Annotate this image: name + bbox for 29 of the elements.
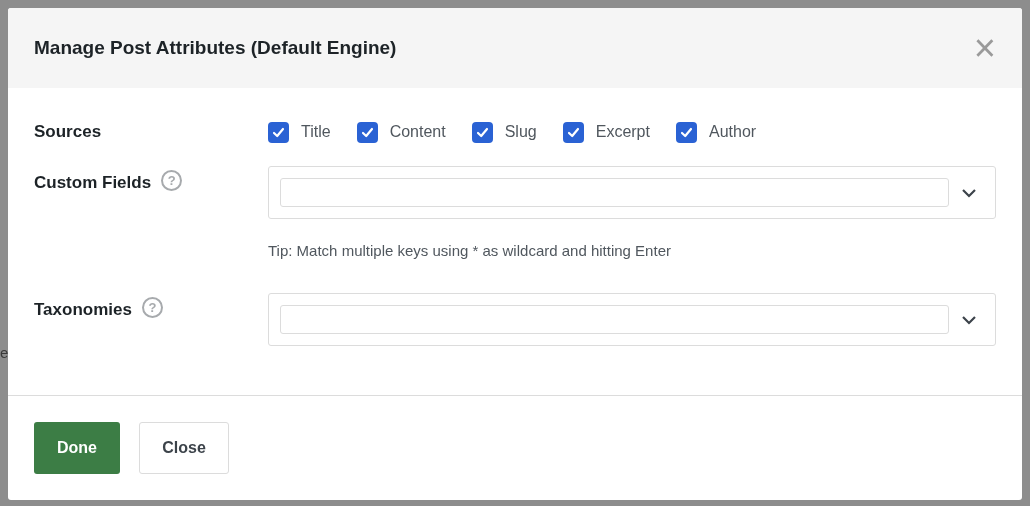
- check-icon: [566, 125, 580, 139]
- checkbox-label: Slug: [504, 122, 537, 142]
- checkbox-label: Author: [708, 122, 757, 142]
- chevron-down-icon[interactable]: [961, 314, 977, 325]
- dialog-title: Manage Post Attributes (Default Engine): [34, 35, 397, 60]
- checkbox-label: Excerpt: [595, 122, 650, 142]
- field-label: Custom Fields: [34, 172, 152, 194]
- check-icon: [272, 125, 285, 139]
- checkbox[interactable]: [675, 121, 697, 143]
- tip-text: Tip: Match multiple keys using * as wildcard and hitting Enter: [268, 242, 671, 259]
- chevron-down-icon[interactable]: [961, 187, 977, 198]
- checkbox[interactable]: [268, 121, 289, 143]
- check-icon: [360, 125, 374, 139]
- check-icon: [475, 125, 489, 139]
- help-icon[interactable]: ?: [161, 170, 183, 191]
- check-icon: [679, 125, 693, 139]
- done-button[interactable]: Done: [34, 422, 120, 474]
- field-label: Sources: [34, 121, 103, 144]
- help-icon[interactable]: ?: [141, 297, 163, 318]
- close-button[interactable]: Close: [139, 422, 229, 474]
- checkbox[interactable]: [562, 121, 584, 143]
- checkbox[interactable]: [471, 121, 493, 143]
- checkbox[interactable]: [356, 121, 378, 143]
- field-label: Taxonomies: [34, 299, 132, 321]
- input-field[interactable]: [280, 178, 949, 207]
- input-field[interactable]: [280, 305, 949, 334]
- checkbox-label: Title: [301, 122, 331, 142]
- background-text: e: [0, 345, 9, 360]
- checkbox-label: Content: [389, 122, 446, 142]
